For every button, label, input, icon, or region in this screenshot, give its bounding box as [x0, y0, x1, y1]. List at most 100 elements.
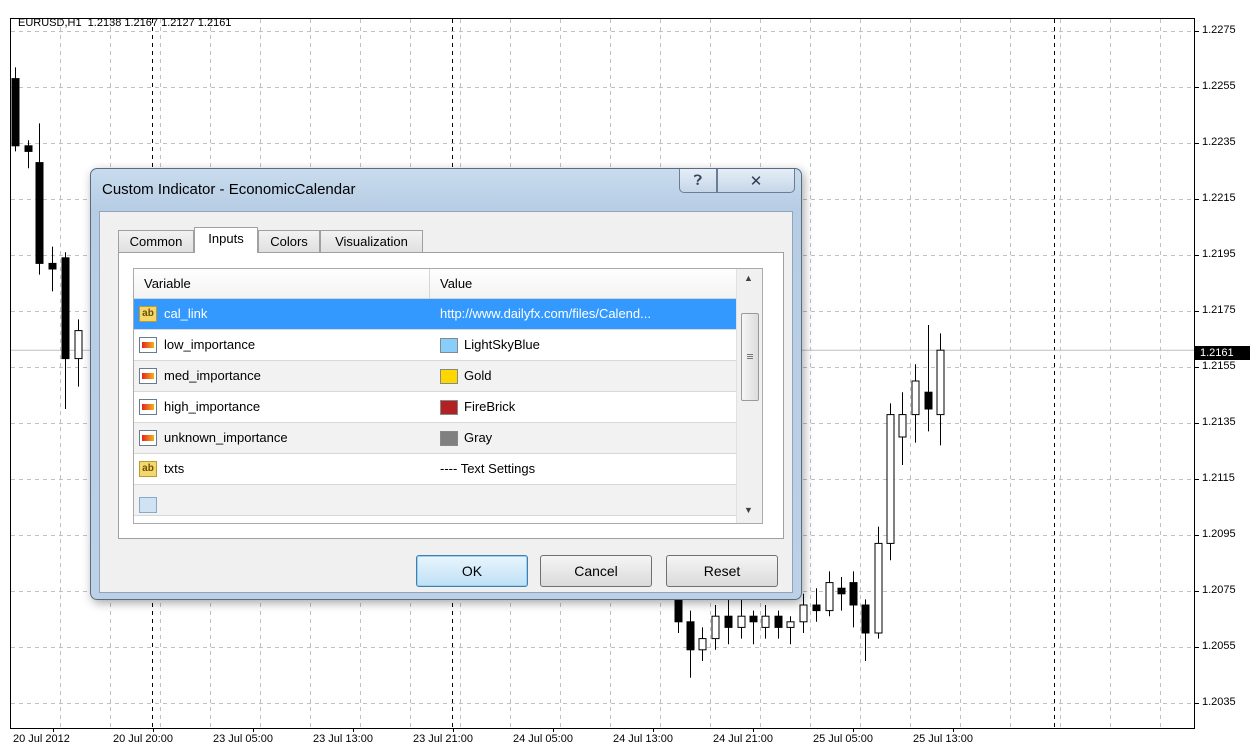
price-tick-label: 1.2155 [1202, 360, 1236, 372]
price-tick-label: 1.2215 [1202, 192, 1236, 204]
color-name: Gold [464, 368, 492, 383]
table-row[interactable]: high_importance FireBrick [134, 392, 736, 423]
color-name: Gray [464, 430, 493, 445]
dialog-title: Custom Indicator - EconomicCalendar [102, 181, 356, 198]
variable-value[interactable]: Gold [440, 361, 491, 391]
inputs-grid: Variable Value ab cal_link http://www.da… [133, 268, 763, 524]
price-tick-label: 1.2195 [1202, 248, 1236, 260]
dialog-body: Common Inputs Colors Visualization Varia… [99, 211, 793, 593]
candle-body [837, 587, 846, 595]
tab-label: Inputs [208, 231, 244, 246]
variable-name: unknown_importance [164, 430, 288, 445]
price-tick-label: 1.2175 [1202, 304, 1236, 316]
tab-colors[interactable]: Colors [258, 230, 320, 252]
candle-body [761, 615, 770, 628]
candle-body [849, 582, 858, 606]
candle-body [825, 582, 834, 612]
candle-body [74, 330, 83, 360]
current-price-tag: 1.2161 [1194, 346, 1250, 360]
time-tick-label: 20 Jul 2012 [13, 733, 70, 745]
price-tick-label: 1.2255 [1202, 80, 1236, 92]
tab-label: Common [129, 234, 183, 249]
time-tick-label: 23 Jul 13:00 [313, 733, 373, 745]
tab-common[interactable]: Common [118, 230, 194, 252]
price-tick-label: 1.2135 [1202, 416, 1236, 428]
candle-body [711, 615, 720, 640]
candle-body [936, 349, 945, 416]
time-tick-label: 25 Jul 13:00 [913, 733, 973, 745]
variable-value[interactable]: LightSkyBlue [440, 330, 540, 360]
time-tick-label: 24 Jul 05:00 [513, 733, 573, 745]
ok-button[interactable]: OK [416, 555, 528, 587]
candle-body [698, 638, 707, 651]
color-swatch [440, 431, 458, 446]
price-tick-label: 1.2055 [1202, 640, 1236, 652]
column-header-variable[interactable]: Variable [134, 269, 430, 299]
tab-label: Colors [270, 234, 308, 249]
reset-button[interactable]: Reset [666, 555, 778, 587]
cancel-button[interactable]: Cancel [540, 555, 652, 587]
color-name: FireBrick [464, 399, 516, 414]
candle-body [749, 615, 758, 623]
variable-value[interactable]: FireBrick [440, 392, 515, 422]
time-tick-label: 24 Jul 21:00 [713, 733, 773, 745]
variable-name: cal_link [164, 306, 208, 321]
table-row[interactable]: med_importance Gold [134, 361, 736, 392]
close-icon: ✕ [749, 172, 763, 190]
candle-body [11, 78, 20, 147]
color-name: LightSkyBlue [464, 337, 540, 352]
scrollbar-thumb[interactable] [741, 313, 759, 401]
time-tick-label: 24 Jul 13:00 [613, 733, 673, 745]
candle-body [898, 414, 907, 438]
color-swatch [440, 338, 458, 353]
table-row-partial[interactable] [134, 485, 736, 516]
color-swatch [440, 400, 458, 415]
candle-body [737, 615, 746, 628]
candle-body [874, 542, 883, 634]
table-row[interactable]: ab cal_link http://www.dailyfx.com/files… [134, 299, 736, 330]
vertical-scrollbar[interactable]: ▲ ▼ [736, 269, 762, 523]
table-row[interactable]: low_importance LightSkyBlue [134, 330, 736, 361]
candle-body [924, 391, 933, 410]
tab-visualization[interactable]: Visualization [320, 230, 423, 252]
inputs-panel: Variable Value ab cal_link http://www.da… [118, 252, 784, 539]
candle-body [35, 162, 44, 264]
tab-label: Visualization [335, 234, 408, 249]
symbol-info: EURUSD,H1 1.2138 1.2167 1.2127 1.2161 [18, 17, 232, 29]
price-tick-label: 1.2075 [1202, 584, 1236, 596]
tab-inputs[interactable]: Inputs [194, 227, 258, 253]
candle-body [61, 257, 70, 360]
variable-name: high_importance [164, 399, 261, 414]
variable-name: med_importance [164, 368, 261, 383]
candle-body [861, 604, 870, 634]
table-row[interactable]: ab txts ---- Text Settings [134, 454, 736, 485]
variable-name: txts [164, 461, 185, 476]
help-button[interactable]: ❓︎ [679, 169, 717, 193]
question-mark-icon: ❓︎ [693, 172, 703, 189]
price-tick-label: 1.2235 [1202, 136, 1236, 148]
table-row[interactable]: unknown_importance Gray [134, 423, 736, 454]
color-swatch [440, 369, 458, 384]
price-tick-label: 1.2115 [1202, 472, 1235, 484]
time-tick-label: 20 Jul 20:00 [113, 733, 173, 745]
scroll-up-arrow-icon[interactable]: ▲ [744, 273, 753, 283]
candle-body [786, 621, 795, 628]
type-icon [139, 497, 157, 513]
variable-value[interactable]: http://www.dailyfx.com/files/Calend... [440, 299, 651, 329]
candle-body [886, 414, 895, 544]
color-type-icon [139, 399, 157, 415]
color-type-icon [139, 368, 157, 384]
scroll-down-arrow-icon[interactable]: ▼ [744, 505, 753, 515]
time-tick-label: 23 Jul 21:00 [413, 733, 473, 745]
color-type-icon [139, 337, 157, 353]
variable-value[interactable]: Gray [440, 423, 492, 453]
candle-body [686, 621, 695, 651]
candle-body [911, 380, 920, 416]
variable-name: low_importance [164, 337, 256, 352]
close-button[interactable]: ✕ [717, 169, 795, 193]
candle-body [24, 145, 33, 152]
column-header-value[interactable]: Value [430, 269, 736, 299]
variable-value[interactable]: ---- Text Settings [440, 454, 535, 484]
price-tick-label: 1.2035 [1202, 696, 1236, 708]
candle-body [799, 604, 808, 623]
